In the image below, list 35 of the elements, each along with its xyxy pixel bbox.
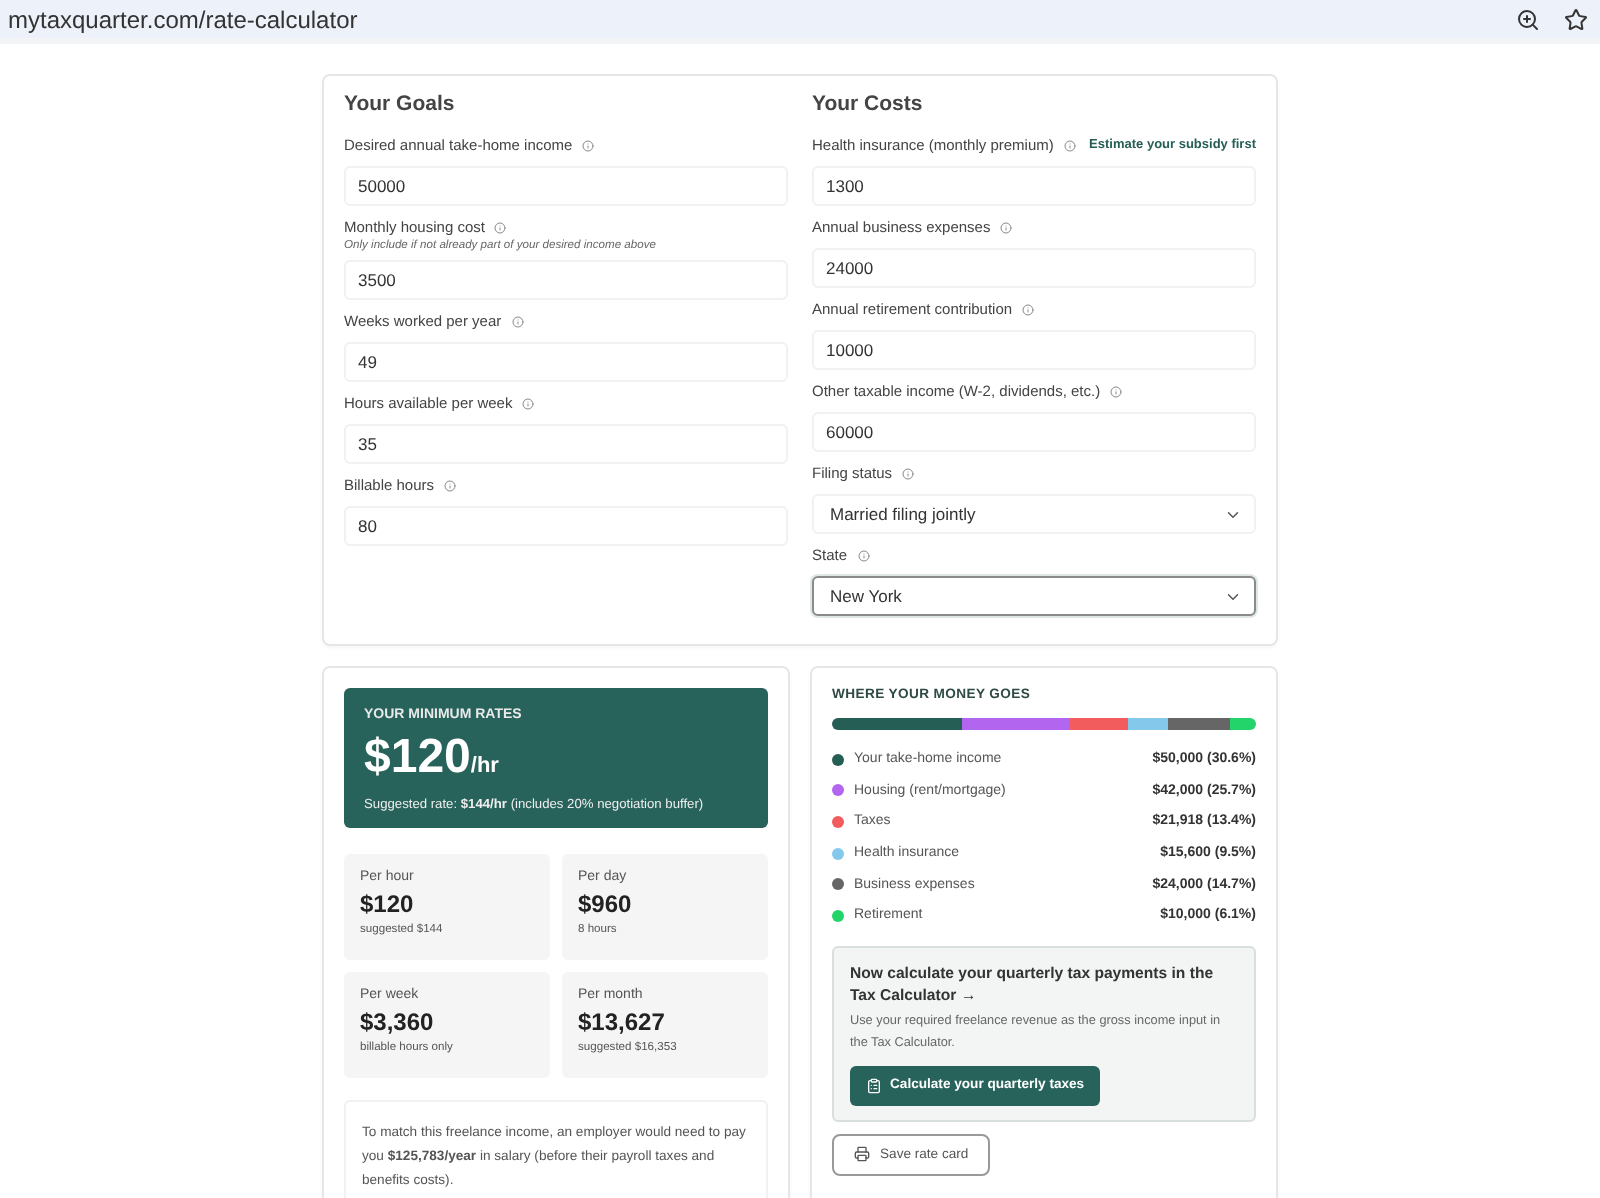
info-icon[interactable]	[857, 549, 870, 561]
select-field[interactable]: Married filing jointly	[812, 494, 1256, 534]
printer-icon	[854, 1146, 870, 1163]
info-icon[interactable]	[1000, 221, 1013, 233]
info-icon[interactable]	[582, 139, 595, 151]
stat-value: $120	[360, 890, 416, 918]
info-icon[interactable]	[1063, 139, 1076, 151]
stat-value: $13,627	[578, 1008, 667, 1036]
info-icon[interactable]	[494, 221, 507, 233]
zoom-icon[interactable]	[1516, 7, 1540, 31]
url-text: mytaxquarter.com/rate-calculator	[8, 5, 360, 33]
stat-value: $960	[578, 890, 634, 918]
clipboard-icon	[866, 1077, 882, 1094]
section-title: Your Costs	[812, 92, 925, 116]
info-icon[interactable]	[511, 315, 524, 327]
select-field[interactable]: New York	[812, 576, 1256, 616]
input-field[interactable]: 60000	[812, 412, 1256, 452]
address-bar[interactable]: mytaxquarter.com/rate-calculator	[0, 0, 1600, 44]
bookmark-star-icon[interactable]	[1564, 7, 1588, 31]
input-field[interactable]: 24000	[812, 248, 1256, 288]
hourly-rate: $120/hr	[364, 730, 501, 786]
stat-value: $3,360	[360, 1008, 436, 1036]
info-icon[interactable]	[444, 479, 457, 491]
input-field[interactable]: 10000	[812, 330, 1256, 370]
input-field[interactable]: 35	[344, 424, 788, 464]
info-icon[interactable]	[902, 467, 915, 479]
input-field[interactable]: 50000	[344, 166, 788, 206]
input-field[interactable]: 49	[344, 342, 788, 382]
info-icon[interactable]	[1022, 303, 1035, 315]
info-icon[interactable]	[1110, 385, 1123, 397]
info-icon[interactable]	[522, 397, 535, 409]
section-title: Your Goals	[344, 92, 457, 116]
input-field[interactable]: 80	[344, 506, 788, 546]
input-field[interactable]: 3500	[344, 260, 788, 300]
input-field[interactable]: 1300	[812, 166, 1256, 206]
